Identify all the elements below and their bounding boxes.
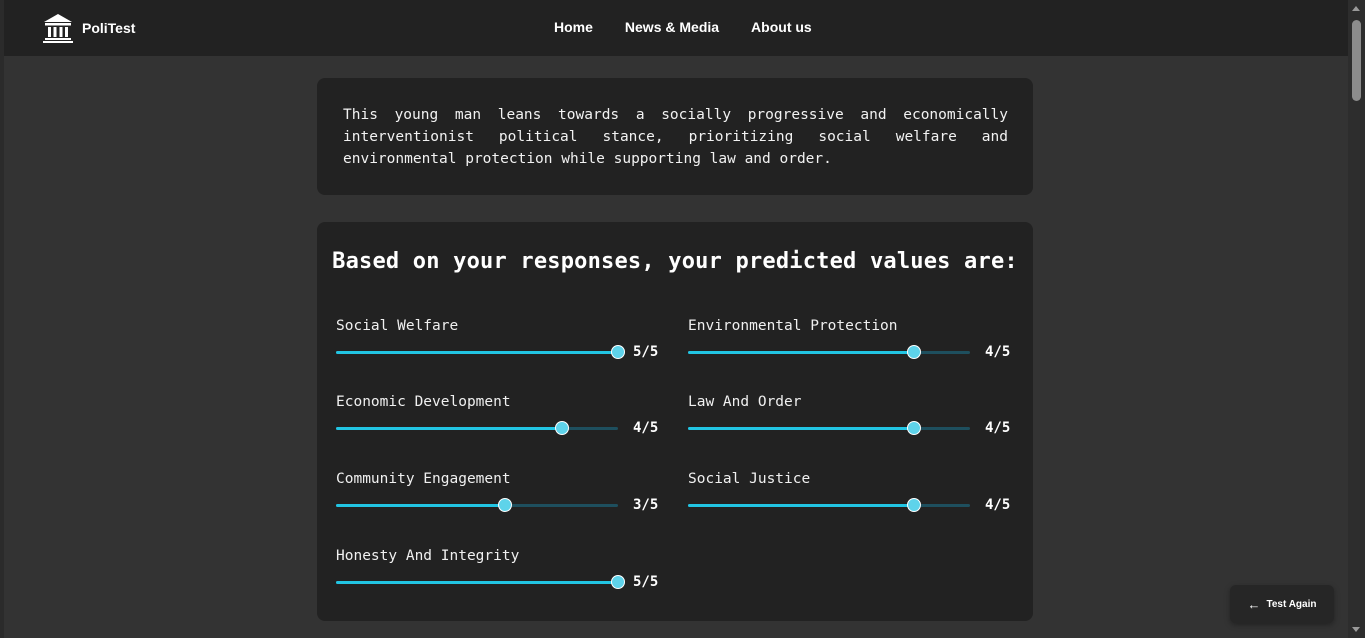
value-slider-track[interactable] [688,498,970,512]
value-slider-track[interactable] [336,421,618,435]
value-slider-thumb[interactable] [611,345,625,359]
value-score: 5/5 [633,574,659,590]
value-slider-track[interactable] [336,498,618,512]
values-title: Based on your responses, your predicted … [332,249,1018,274]
brand-name: PoliTest [82,20,136,36]
main-nav: Home News & Media About us [554,19,812,35]
nav-home[interactable]: Home [554,19,593,35]
value-slider-thumb[interactable] [906,345,921,359]
value-economic-development: Economic Development 4/5 [336,394,666,450]
courthouse-icon [42,12,74,44]
value-slider-track[interactable] [336,575,625,589]
value-score: 4/5 [985,420,1011,436]
value-slider-thumb[interactable] [554,421,569,435]
value-score: 5/5 [633,344,659,360]
value-score: 4/5 [985,497,1011,513]
nav-news-media[interactable]: News & Media [625,19,719,35]
value-slider-fill [688,504,914,507]
value-score: 4/5 [985,344,1011,360]
value-slider-thumb[interactable] [611,575,625,589]
values-card: Based on your responses, your predicted … [317,222,1033,621]
value-law-and-order: Law And Order 4/5 [688,394,1018,450]
value-score: 4/5 [633,420,659,436]
scroll-up-arrow-icon[interactable] [1352,6,1360,11]
test-again-button[interactable]: ← Test Again [1230,585,1334,623]
value-slider-fill [336,427,562,430]
value-slider-track[interactable] [688,345,970,359]
value-label: Law And Order [688,394,802,410]
value-slider-fill [336,351,618,354]
value-slider-fill [336,581,618,584]
value-label: Social Welfare [336,318,459,334]
value-slider-track[interactable] [336,345,625,359]
value-social-justice: Social Justice 4/5 [688,471,1018,527]
top-navbar: PoliTest Home News & Media About us [4,0,1348,56]
value-label: Honesty And Integrity [336,548,520,564]
value-label: Economic Development [336,394,511,410]
summary-card: This young man leans towards a socially … [317,78,1033,195]
value-slider-thumb[interactable] [906,421,921,435]
summary-text: This young man leans towards a socially … [343,107,1008,167]
value-slider-thumb[interactable] [498,498,513,512]
arrow-left-icon: ← [1247,596,1261,612]
value-slider-track[interactable] [688,421,970,435]
nav-about-us[interactable]: About us [751,19,812,35]
value-community-engagement: Community Engagement 3/5 [336,471,666,527]
value-slider-fill [688,351,914,354]
brand[interactable]: PoliTest [42,10,135,46]
value-honesty-and-integrity: Honesty And Integrity 5/5 [336,548,666,604]
value-label: Environmental Protection [688,318,898,334]
left-gutter [0,0,4,638]
value-slider-thumb[interactable] [906,498,921,512]
test-again-label: Test Again [1266,598,1317,610]
value-slider-fill [336,504,506,507]
value-label: Social Justice [688,471,811,487]
scroll-thumb[interactable] [1352,20,1361,101]
value-score: 3/5 [633,497,659,513]
value-slider-fill [688,427,914,430]
value-social-welfare: Social Welfare 5/5 [336,318,666,374]
value-environmental-protection: Environmental Protection 4/5 [688,318,1018,374]
page-scrollbar[interactable] [1348,0,1365,638]
value-label: Community Engagement [336,471,511,487]
scroll-down-arrow-icon[interactable] [1352,627,1360,632]
